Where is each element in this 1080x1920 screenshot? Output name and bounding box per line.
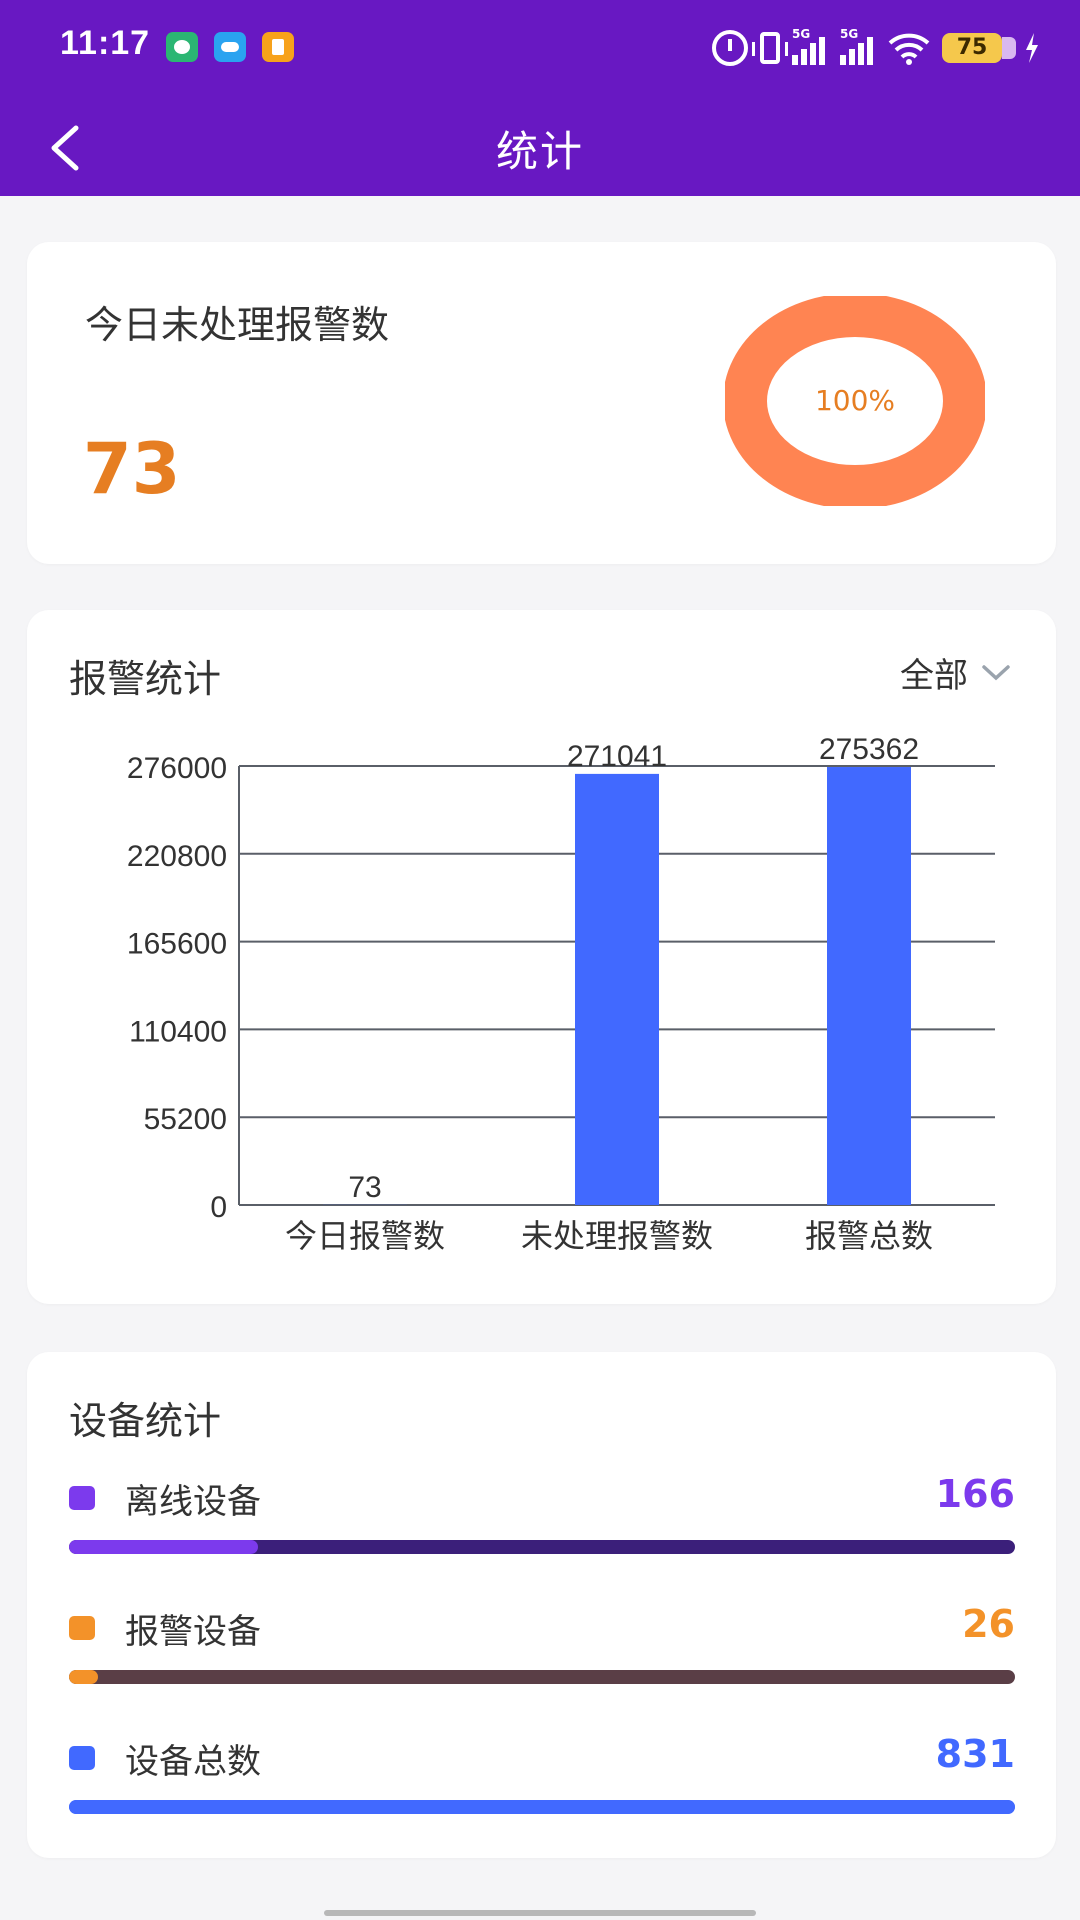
offline-legend-dot [69, 1486, 95, 1510]
nav-bar: 统计 [0, 98, 1080, 196]
status-time: 11:17 [60, 24, 151, 62]
alarm-device-value: 26 [962, 1602, 1015, 1646]
bar-data-label: 275362 [819, 733, 919, 766]
alarm-statistics-card: 报警统计 全部 0 55200 110400 165600 220800 276000 73… [27, 610, 1056, 1304]
status-bar: 11:17 5G 5G 75 [0, 0, 1080, 98]
signal-5g-icon-2: 5G [840, 27, 876, 65]
notification-icons [166, 32, 294, 62]
device-statistics-title: 设备统计 [69, 1399, 222, 1443]
offline-device-value: 166 [935, 1472, 1015, 1516]
offline-progress-fill [69, 1540, 259, 1554]
bar [827, 767, 911, 1205]
cloud-notification-icon [214, 32, 246, 62]
alarm-progress-fill [69, 1670, 99, 1684]
system-icons: 5G 5G 75 [712, 26, 1040, 70]
device-statistics-card: 设备统计 离线设备 166 报警设备 26 设备总数 831 [27, 1352, 1056, 1858]
y-tick-label: 55200 [144, 1103, 227, 1136]
alarm-statistics-title: 报警统计 [69, 657, 222, 701]
alarm-bar-chart: 0 55200 110400 165600 220800 276000 73 今日报警数 271… [127, 733, 995, 1255]
unprocessed-alarms-card: 今日未处理报警数 73 100% [27, 242, 1056, 564]
battery-icon: 75 [942, 33, 1016, 63]
offline-device-label: 离线设备 [125, 1482, 261, 1522]
y-tick-label: 276000 [127, 752, 227, 785]
y-tick-label: 110400 [129, 1015, 227, 1048]
total-progress-fill [69, 1800, 1015, 1814]
bar-data-label: 73 [348, 1171, 381, 1204]
y-tick-label: 0 [210, 1191, 227, 1224]
wifi-icon [888, 33, 930, 65]
alarm-clock-icon [712, 30, 748, 66]
signal-5g-icon: 5G [792, 27, 828, 65]
charging-bolt-icon [1026, 33, 1038, 63]
bar-data-label: 271041 [567, 740, 667, 773]
x-category-label: 报警总数 [805, 1217, 933, 1255]
device-row-total: 设备总数 831 [69, 1732, 1015, 1860]
total-device-value: 831 [935, 1732, 1015, 1776]
unprocessed-alarms-value: 73 [83, 428, 181, 510]
x-category-label: 未处理报警数 [521, 1217, 713, 1255]
device-row-offline: 离线设备 166 [69, 1472, 1015, 1600]
page-title: 统计 [495, 127, 584, 176]
bar [575, 773, 659, 1205]
alarm-progress-track [69, 1670, 1015, 1684]
unprocessed-donut-chart: 100% [723, 293, 987, 509]
alarm-filter-dropdown[interactable]: 全部 [900, 648, 1010, 697]
offline-progress-track [69, 1540, 1015, 1554]
donut-percent-label: 100% [814, 384, 896, 417]
x-category-label: 今日报警数 [285, 1217, 445, 1255]
file-notification-icon [262, 32, 294, 62]
total-device-label: 设备总数 [125, 1742, 261, 1782]
home-indicator[interactable] [324, 1910, 756, 1916]
device-row-alarm: 报警设备 26 [69, 1602, 1015, 1730]
total-progress-track [69, 1800, 1015, 1814]
y-tick-label: 165600 [127, 928, 227, 961]
alarm-device-label: 报警设备 [125, 1612, 261, 1652]
total-legend-dot [69, 1746, 95, 1770]
alarm-legend-dot [69, 1616, 95, 1640]
y-tick-label: 220800 [127, 840, 227, 873]
unprocessed-alarms-label: 今日未处理报警数 [85, 303, 390, 347]
vibrate-icon [752, 32, 788, 64]
chevron-down-icon [982, 664, 1010, 680]
wechat-notification-icon [166, 32, 198, 62]
alarm-filter-value: 全部 [900, 656, 968, 696]
